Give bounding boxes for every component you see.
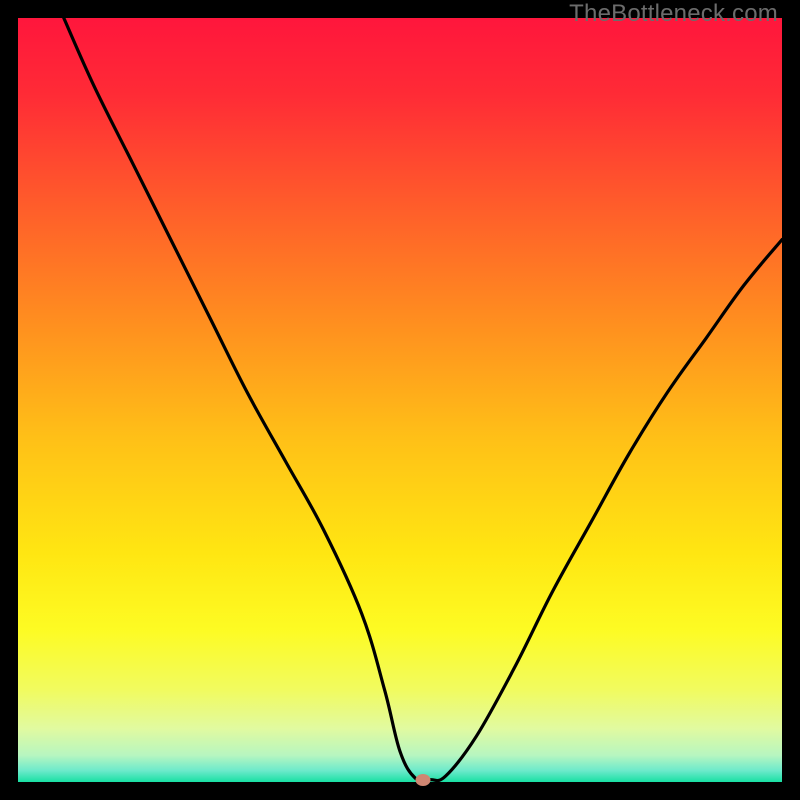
chart-frame: [18, 18, 782, 782]
bottleneck-curve: [18, 18, 782, 782]
optimum-marker: [415, 774, 430, 786]
curve-path: [64, 18, 782, 781]
watermark-text: TheBottleneck.com: [569, 0, 778, 28]
